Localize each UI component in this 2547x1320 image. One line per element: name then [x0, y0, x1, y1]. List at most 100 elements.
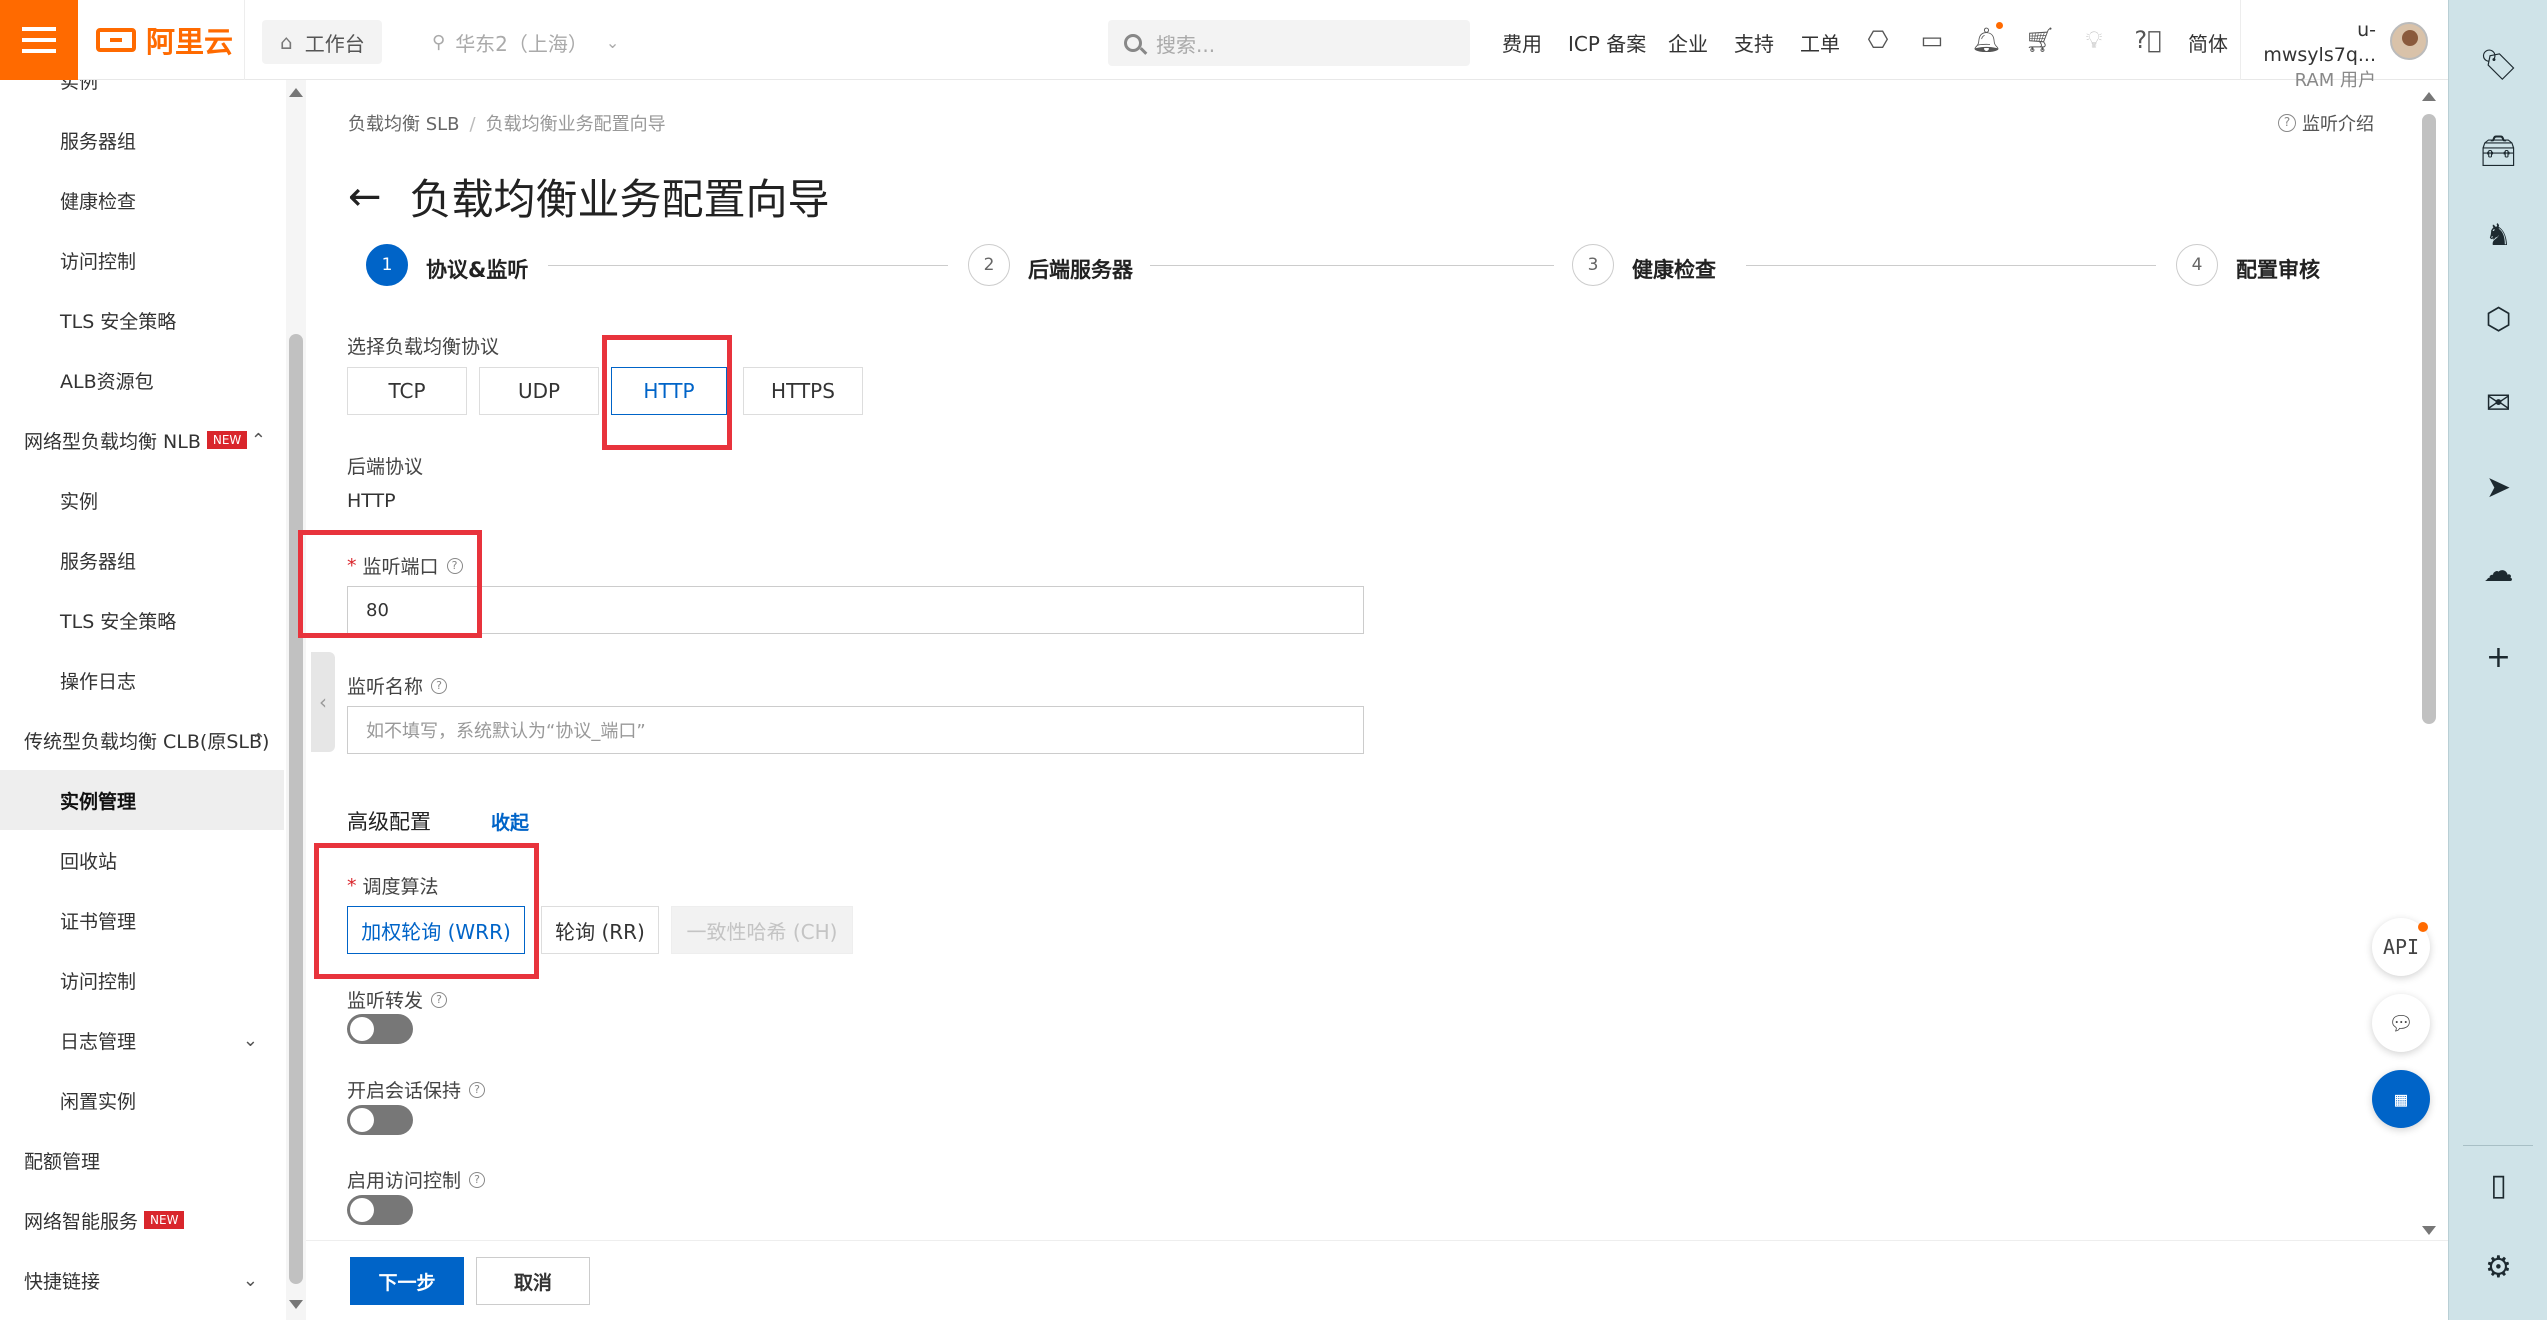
hamburger-menu-icon[interactable]	[0, 0, 78, 80]
sidebar-item-nlb-server-group[interactable]: 服务器组	[0, 530, 284, 590]
cloud-icon[interactable]: ☁	[2449, 554, 2547, 589]
listener-name-input[interactable]: 如不填写，系统默认为“协议_端口”	[347, 706, 1364, 754]
sidebar-item-nlb[interactable]: 网络型负载均衡 NLB NEW ⌃	[0, 410, 284, 470]
session-persistence-label: 开启会话保持?	[347, 1076, 491, 1103]
sidebar-item-label: 证书管理	[60, 910, 137, 933]
new-badge: NEW	[144, 1211, 185, 1229]
send-icon[interactable]: ➤	[2449, 470, 2547, 505]
backend-protocol-value: HTTP	[347, 490, 396, 512]
divider	[2463, 1145, 2533, 1146]
sidebar-item-quick-links[interactable]: 快捷链接 ⌄	[0, 1250, 284, 1310]
step-2-indicator: 2	[968, 244, 1010, 286]
breadcrumb-root[interactable]: 负载均衡 SLB	[348, 114, 460, 135]
cancel-button[interactable]: 取消	[476, 1257, 590, 1305]
api-icon: API	[2382, 935, 2420, 959]
sidebar-item-clb[interactable]: 传统型负载均衡 CLB(原SLB) ⌃	[0, 710, 284, 770]
avatar[interactable]	[2390, 22, 2428, 60]
nav-billing[interactable]: 费用	[1502, 28, 1542, 57]
protocol-tcp-button[interactable]: TCP	[347, 367, 467, 415]
sidebar-item-alb-server-group[interactable]: 服务器组	[0, 110, 284, 170]
listener-forward-switch[interactable]	[347, 1014, 413, 1044]
lightbulb-icon[interactable]: 💡︎	[2079, 26, 2109, 54]
user-name: u-mwsyls7q...	[2263, 19, 2376, 66]
sidebar-item-alb-health-check[interactable]: 健康检查	[0, 170, 284, 230]
next-step-button[interactable]: 下一步	[350, 1257, 464, 1305]
bell-icon[interactable]: 🔔︎	[1971, 26, 2001, 54]
api-doc-icon[interactable]: ⎔	[1863, 26, 1893, 54]
step-3-indicator: 3	[1572, 244, 1614, 286]
question-circle-icon[interactable]: ?	[431, 677, 448, 694]
main-scrollbar-thumb[interactable]	[2422, 114, 2436, 724]
outlook-icon[interactable]: ✉	[2449, 386, 2547, 421]
gear-icon[interactable]: ⚙	[2449, 1250, 2547, 1285]
protocol-https-button[interactable]: HTTPS	[743, 367, 863, 415]
sidebar-item-network-intelligence[interactable]: 网络智能服务 NEW	[0, 1190, 284, 1250]
sidebar-item-idle-instances[interactable]: 闲置实例	[0, 1070, 284, 1130]
hexagon-play-icon[interactable]: ⬡	[2449, 302, 2547, 337]
sidebar-item-label: 服务器组	[60, 550, 137, 573]
sidebar-item-recycle-bin[interactable]: 回收站	[0, 830, 284, 890]
workbench-button[interactable]: ⌂ 工作台	[262, 20, 382, 64]
sidebar-scrollbar-thumb[interactable]	[289, 334, 303, 1284]
sidebar-item-log-management[interactable]: 日志管理 ⌄	[0, 1010, 284, 1070]
nav-ticket[interactable]: 工单	[1800, 28, 1840, 57]
question-circle-icon[interactable]: ?	[469, 1171, 486, 1188]
sidebar-toggle-icon[interactable]: ▯	[2449, 1168, 2547, 1203]
protocol-udp-button[interactable]: UDP	[479, 367, 599, 415]
plus-icon[interactable]: +	[2449, 640, 2547, 675]
page-title-text: 负载均衡业务配置向导	[409, 175, 830, 224]
terminal-icon[interactable]: ▭	[1917, 26, 1947, 54]
algorithm-rr-button[interactable]: 轮询 (RR)	[541, 906, 659, 954]
aliyun-logo[interactable]: 阿里云	[96, 22, 233, 59]
sidebar-item-quota[interactable]: 配额管理	[0, 1130, 284, 1190]
sidebar-item-nlb-log[interactable]: 操作日志	[0, 650, 284, 710]
question-circle-icon[interactable]: ?	[469, 1081, 486, 1098]
browser-side-panel: 🏷︎ 🧰︎ ♞ ⬡ ✉ ➤ ☁ + ▯ ⚙	[2448, 0, 2547, 1320]
advanced-collapse-link[interactable]: 收起	[491, 808, 529, 835]
help-link-label: 监听介绍	[2302, 114, 2374, 135]
sidebar-scroll-up-icon[interactable]	[289, 88, 303, 97]
sidebar-item-nlb-tls[interactable]: TLS 安全策略	[0, 590, 284, 650]
main-scroll-down-icon[interactable]	[2422, 1226, 2436, 1235]
toolbox-icon[interactable]: 🧰︎	[2449, 134, 2547, 169]
listener-intro-link[interactable]: ? 监听介绍	[2278, 110, 2374, 136]
port-input[interactable]: 80	[347, 586, 1364, 634]
back-arrow-icon[interactable]: ←	[348, 174, 382, 220]
sidebar-item-label: 访问控制	[60, 970, 137, 993]
chevron-down-icon: ⌄	[242, 1269, 258, 1291]
sidebar-item-label: 闲置实例	[60, 1090, 137, 1113]
nav-icp[interactable]: ICP 备案	[1568, 28, 1646, 57]
sidebar-scroll-down-icon[interactable]	[289, 1300, 303, 1309]
sidebar-item-alb-tls[interactable]: TLS 安全策略	[0, 290, 284, 350]
sidebar-item-alb-instance[interactable]: 实例	[0, 80, 284, 110]
new-badge: NEW	[206, 431, 248, 449]
home-icon: ⌂	[280, 30, 293, 54]
question-circle-icon[interactable]: ?	[431, 991, 448, 1008]
chess-icon[interactable]: ♞	[2449, 218, 2547, 253]
nav-support[interactable]: 支持	[1734, 28, 1774, 57]
main-scroll-up-icon[interactable]	[2422, 92, 2436, 101]
feedback-float-button[interactable]: 💬︎	[2372, 994, 2430, 1052]
sidebar-item-nlb-instance[interactable]: 实例	[0, 470, 284, 530]
workbench-label: 工作台	[304, 31, 365, 56]
sidebar-item-label: 实例	[60, 80, 99, 93]
search-input[interactable]: 搜索...	[1108, 20, 1470, 66]
sidebar-item-certificates[interactable]: 证书管理	[0, 890, 284, 950]
language-switch[interactable]: 简体	[2188, 28, 2228, 57]
cart-icon[interactable]: 🛒︎	[2025, 26, 2055, 54]
access-control-switch[interactable]	[347, 1195, 413, 1225]
nav-enterprise[interactable]: 企业	[1668, 28, 1708, 57]
sidebar-item-alb-package[interactable]: ALB资源包	[0, 350, 284, 410]
apps-float-button[interactable]: ▦	[2372, 1070, 2430, 1128]
highlight-box-port	[298, 530, 482, 638]
region-selector[interactable]: ⚲ 华东2（上海） ⌄	[432, 28, 619, 57]
sidebar-item-alb-access-control[interactable]: 访问控制	[0, 230, 284, 290]
session-persistence-switch[interactable]	[347, 1105, 413, 1135]
sidebar-item-clb-access-control[interactable]: 访问控制	[0, 950, 284, 1010]
sidebar-item-label: 实例	[60, 490, 99, 513]
tag-icon[interactable]: 🏷︎	[2449, 48, 2547, 83]
sidebar-item-instance-management[interactable]: 实例管理	[0, 770, 284, 830]
sidebar-item-label: 操作日志	[60, 670, 137, 693]
help-icon[interactable]: ?⃝	[2133, 26, 2163, 54]
sidebar-item-label: 健康检查	[60, 190, 137, 213]
